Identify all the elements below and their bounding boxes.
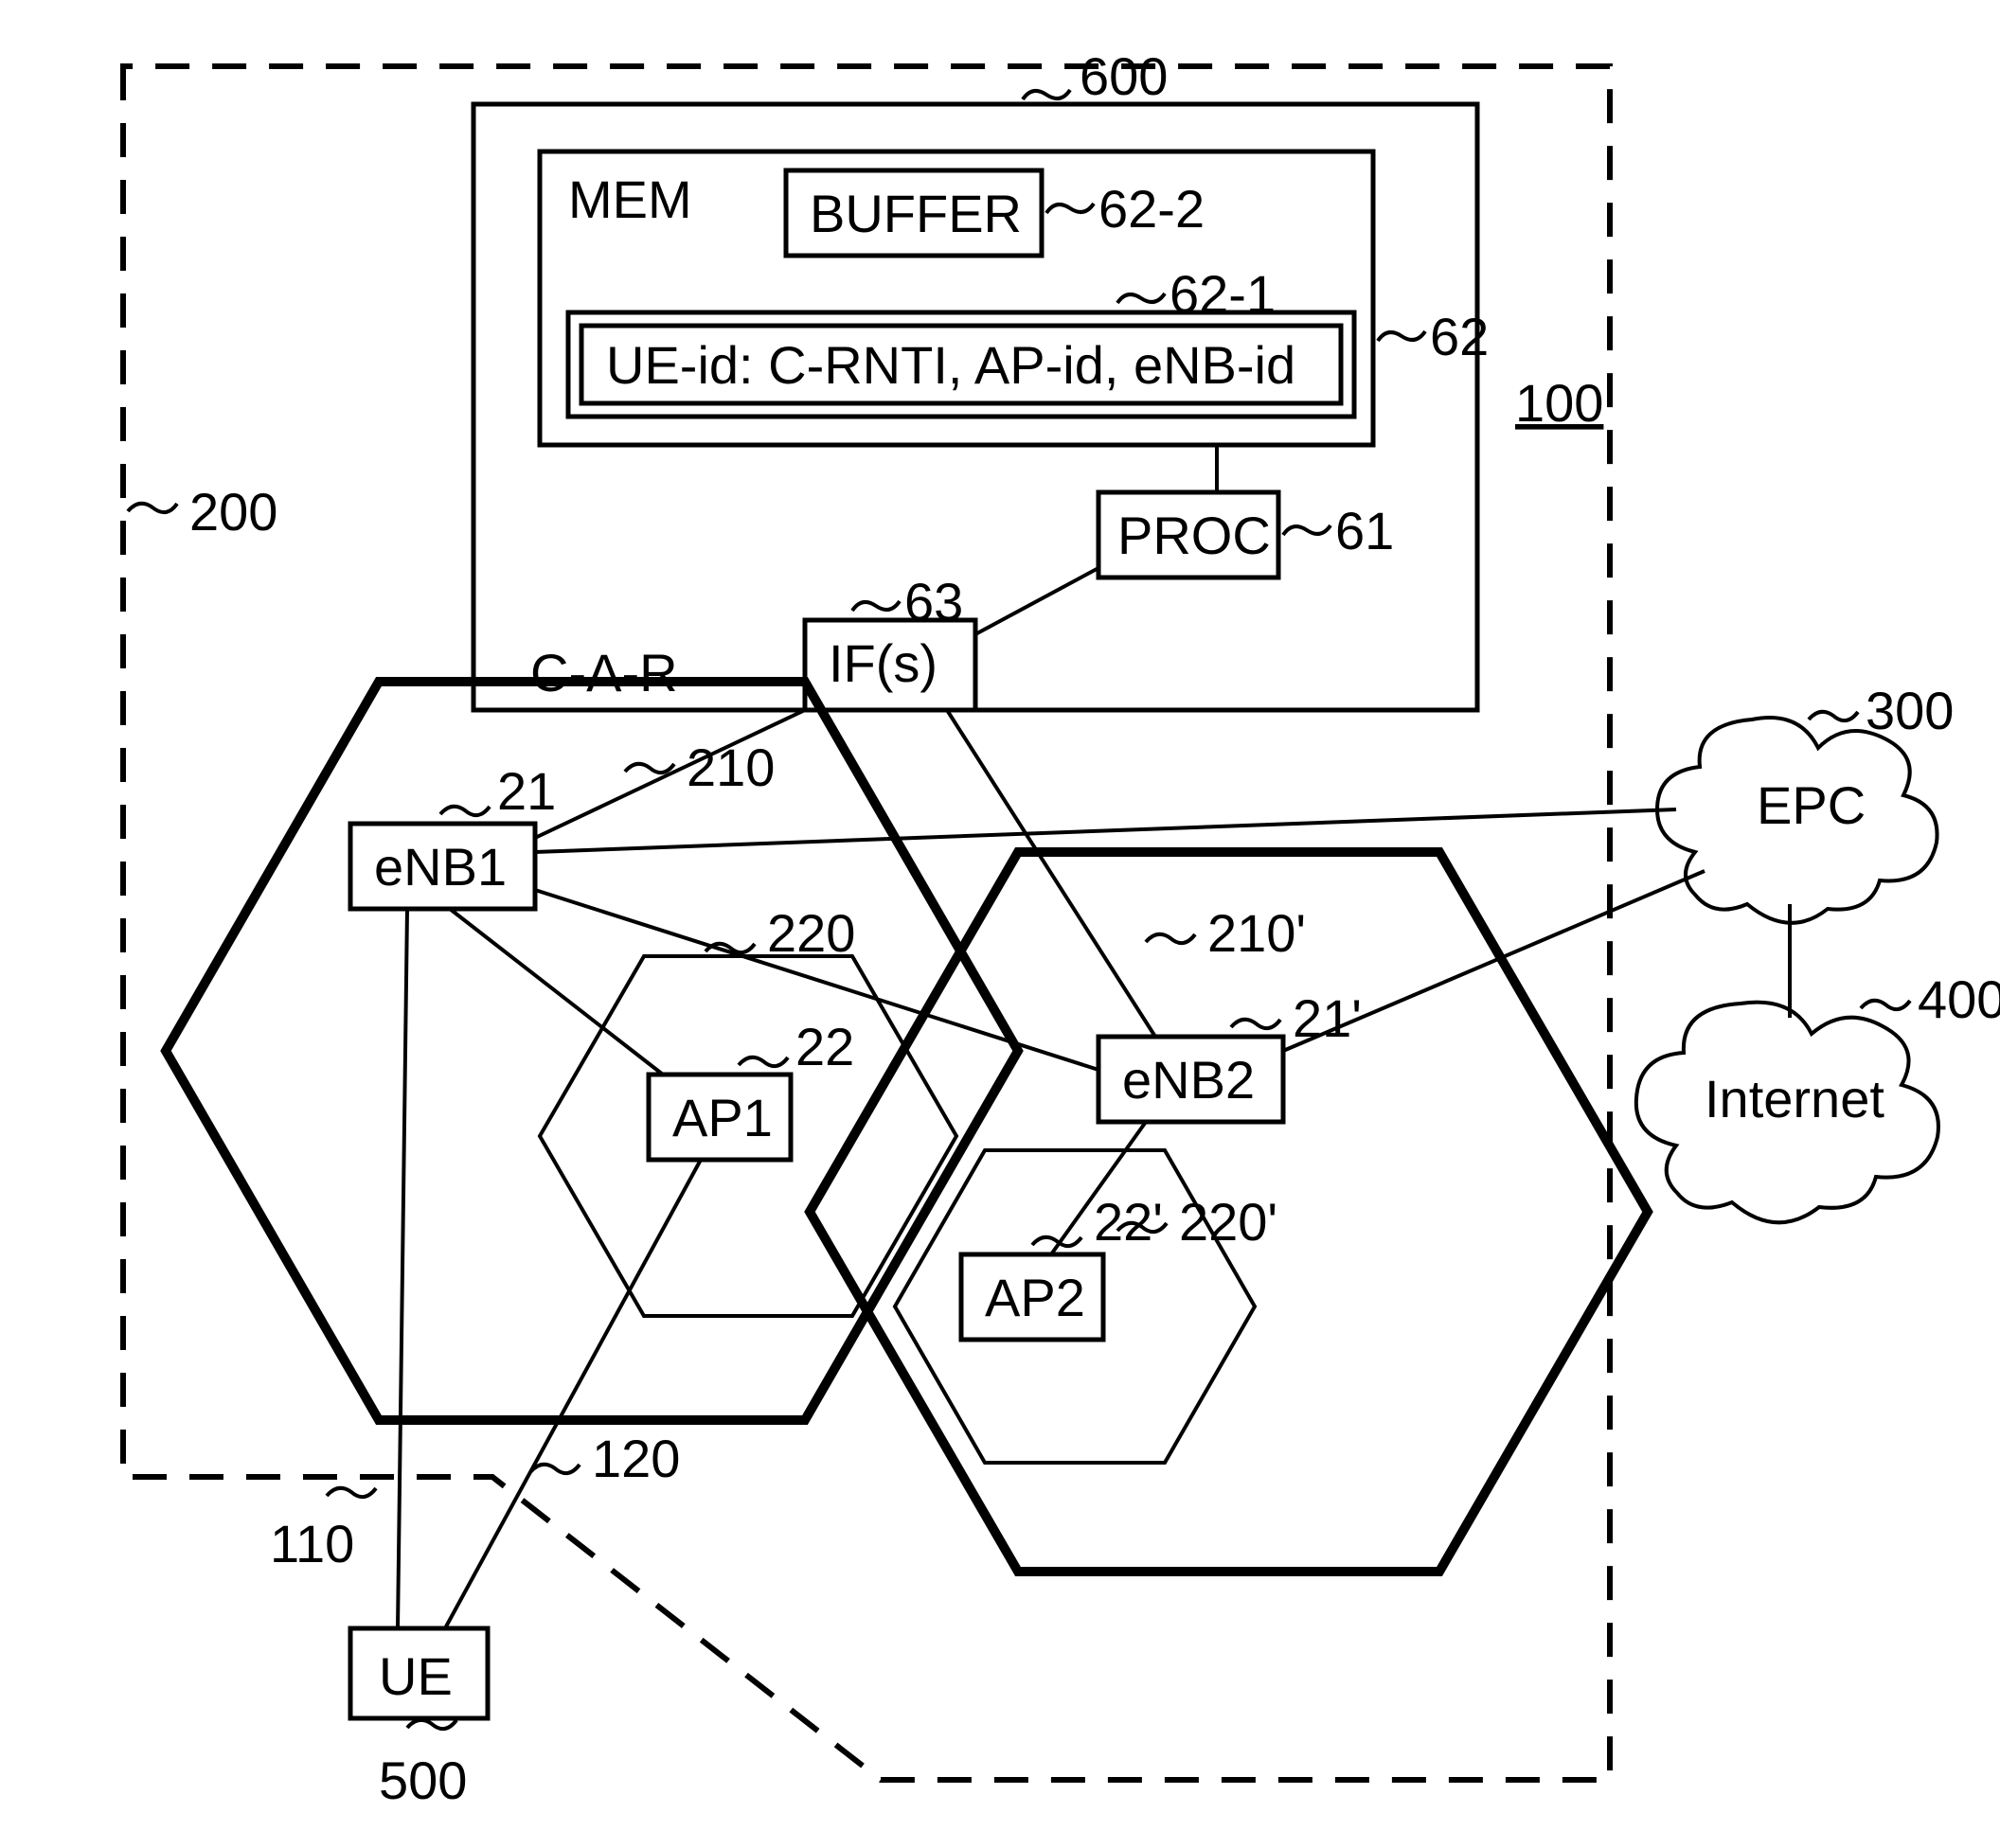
svg-text:63: 63 — [904, 572, 963, 631]
svg-text:300: 300 — [1866, 681, 1954, 740]
ap2-label: AP2 — [985, 1268, 1085, 1327]
svg-text:21': 21' — [1293, 988, 1362, 1048]
link-ue-ap1 — [445, 1160, 701, 1628]
ifs-label: IF(s) — [829, 633, 938, 693]
link-ue-enb1 — [398, 909, 407, 1628]
svg-text:110: 110 — [270, 1514, 354, 1573]
internet-label: Internet — [1705, 1069, 1884, 1128]
link-enb1-ap1 — [450, 909, 663, 1075]
svg-text:22: 22 — [795, 1017, 854, 1076]
link-enb1-epc — [535, 809, 1676, 852]
buffer-label: BUFFER — [810, 184, 1022, 243]
svg-text:220': 220' — [1179, 1192, 1277, 1252]
svg-text:500: 500 — [379, 1750, 467, 1810]
svg-text:210': 210' — [1207, 903, 1306, 963]
svg-text:62-1: 62-1 — [1170, 264, 1276, 324]
svg-text:120: 120 — [592, 1429, 680, 1488]
proc-label: PROC — [1117, 506, 1271, 565]
svg-text:21: 21 — [497, 761, 556, 821]
svg-text:200: 200 — [189, 482, 277, 542]
ap1-label: AP1 — [672, 1088, 773, 1147]
svg-text:62: 62 — [1430, 307, 1489, 366]
svg-text:100: 100 — [1515, 373, 1603, 433]
enb1-label: eNB1 — [374, 837, 507, 897]
record-label: UE-id: C-RNTI, AP-id, eNB-id — [606, 335, 1295, 395]
diagram-canvas: C-A-R MEM BUFFER UE-id: C-RNTI, AP-id, e… — [0, 0, 2000, 1848]
enb2-label: eNB2 — [1122, 1050, 1255, 1110]
svg-text:600: 600 — [1080, 46, 1168, 106]
svg-text:210: 210 — [687, 737, 775, 797]
epc-label: EPC — [1757, 775, 1866, 835]
cell-210 — [166, 682, 1018, 1420]
svg-text:400: 400 — [1918, 969, 2000, 1029]
svg-text:62-2: 62-2 — [1098, 179, 1205, 239]
svg-text:220: 220 — [767, 903, 855, 963]
svg-text:61: 61 — [1335, 501, 1394, 560]
svg-text:22': 22' — [1094, 1192, 1163, 1252]
mem-label: MEM — [568, 169, 692, 229]
ue-label: UE — [379, 1646, 453, 1706]
car-label: C-A-R — [530, 643, 678, 702]
